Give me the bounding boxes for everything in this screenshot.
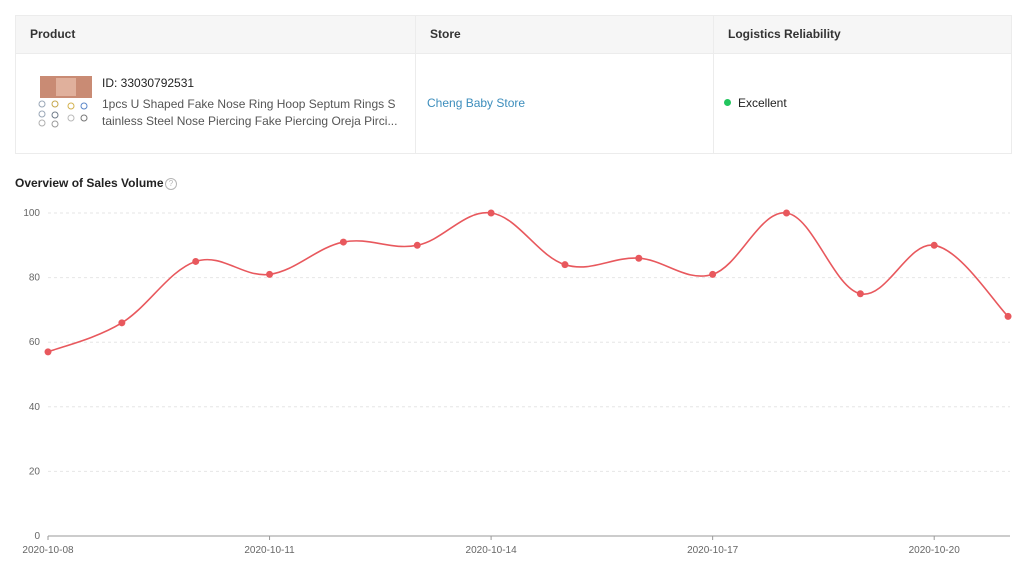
x-tick-label: 2020-10-17 bbox=[687, 545, 739, 556]
series-line bbox=[47, 212, 1009, 353]
data-point[interactable] bbox=[44, 348, 52, 356]
x-tick-label: 2020-10-14 bbox=[466, 545, 518, 556]
data-point[interactable] bbox=[413, 241, 421, 249]
data-point[interactable] bbox=[635, 254, 643, 262]
status-dot-icon bbox=[724, 99, 731, 106]
data-point[interactable] bbox=[339, 238, 347, 246]
product-thumbnail[interactable] bbox=[38, 76, 92, 128]
y-tick-label: 80 bbox=[29, 273, 41, 284]
table-row: ID: 33030792531 1pcs U Shaped Fake Nose … bbox=[16, 54, 415, 154]
data-point[interactable] bbox=[266, 270, 274, 278]
data-point[interactable] bbox=[192, 257, 200, 265]
y-tick-label: 60 bbox=[29, 337, 41, 348]
logistics-status-label: Excellent bbox=[738, 96, 787, 110]
data-point[interactable] bbox=[1004, 312, 1012, 320]
x-tick-label: 2020-10-08 bbox=[22, 545, 74, 556]
data-point[interactable] bbox=[487, 209, 495, 217]
store-cell: Cheng Baby Store bbox=[416, 54, 713, 154]
header-product: Product bbox=[30, 27, 76, 41]
sales-volume-chart: 0 20 40 60 80 100 2020-10-08 2020-10-11 2020-10-… bbox=[22, 208, 1012, 556]
logistics-cell: Excellent bbox=[714, 54, 1011, 154]
data-point[interactable] bbox=[856, 290, 864, 298]
y-tick-label: 40 bbox=[29, 402, 41, 413]
y-tick-label: 20 bbox=[29, 466, 41, 477]
product-table: Product Store Logistics Reliability ID: … bbox=[15, 15, 1012, 154]
header-logistics: Logistics Reliability bbox=[728, 27, 841, 41]
product-title[interactable]: 1pcs U Shaped Fake Nose Ring Hoop Septum… bbox=[102, 96, 398, 130]
logistics-status: Excellent bbox=[724, 96, 787, 110]
data-point[interactable] bbox=[709, 270, 717, 278]
data-point[interactable] bbox=[783, 209, 790, 217]
x-tick-label: 2020-10-20 bbox=[909, 545, 961, 556]
y-tick-label: 0 bbox=[34, 531, 40, 542]
table-header: Product Store Logistics Reliability bbox=[16, 16, 1011, 54]
store-link[interactable]: Cheng Baby Store bbox=[427, 96, 525, 110]
data-point[interactable] bbox=[930, 241, 938, 249]
product-id: ID: 33030792531 bbox=[102, 76, 195, 90]
data-point[interactable] bbox=[118, 319, 126, 327]
question-circle-icon[interactable]: ? bbox=[165, 178, 177, 190]
x-tick-label: 2020-10-11 bbox=[244, 545, 295, 556]
section-title: Overview of Sales Volume bbox=[15, 176, 164, 190]
y-tick-label: 100 bbox=[23, 208, 40, 219]
header-store: Store bbox=[430, 27, 461, 41]
data-point[interactable] bbox=[561, 261, 569, 269]
